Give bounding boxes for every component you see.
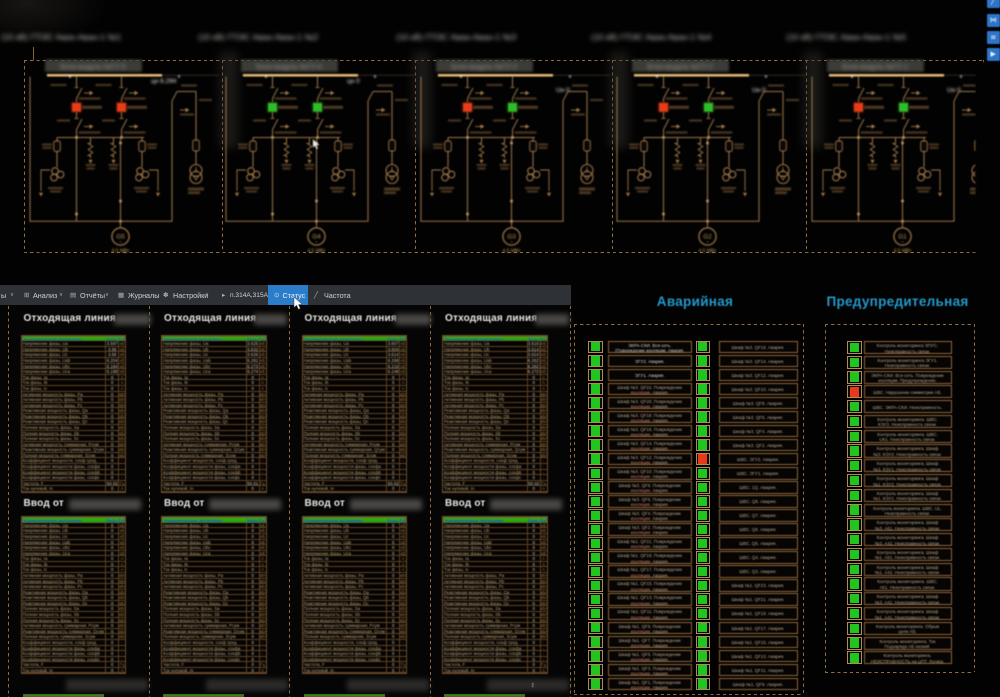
svg-text:4.5 МВт: 4.5 МВт: [894, 249, 913, 255]
svg-text:Uн 0: Uн 0: [752, 87, 766, 94]
svg-text:Блок-модуль №ГУ-4: Блок-модуль №ГУ-4: [256, 64, 322, 71]
svg-text:цн 6.294: цн 6.294: [151, 78, 177, 85]
svg-text:~: ~: [315, 240, 318, 245]
svg-text:~: ~: [901, 240, 904, 245]
svg-text:4.5 МВт: 4.5 МВт: [503, 249, 522, 255]
svg-text:Блок-модуль №ГУ-3: Блок-модуль №ГУ-3: [451, 64, 517, 71]
svg-text:~: ~: [510, 240, 513, 245]
svg-text:цн 0: цн 0: [347, 78, 360, 85]
svg-text:4.5 МВт: 4.5 МВт: [308, 249, 327, 255]
svg-text:Uн 0: Uн 0: [947, 87, 961, 94]
svg-text:Блок-модуль №ГУ-2: Блок-модуль №ГУ-2: [647, 64, 713, 71]
svg-text:~: ~: [119, 240, 122, 245]
svg-text:Uн 0: Uн 0: [556, 87, 570, 94]
svg-text:4.5 МВт: 4.5 МВт: [112, 249, 131, 255]
svg-text:Блок-модуль №ГУ-5: Блок-модуль №ГУ-5: [60, 64, 126, 71]
svg-text:Блок-модуль №ГУ-1: Блок-модуль №ГУ-1: [842, 64, 908, 71]
svg-text:4.5 МВт: 4.5 МВт: [699, 249, 718, 255]
svg-text:~: ~: [706, 240, 709, 245]
